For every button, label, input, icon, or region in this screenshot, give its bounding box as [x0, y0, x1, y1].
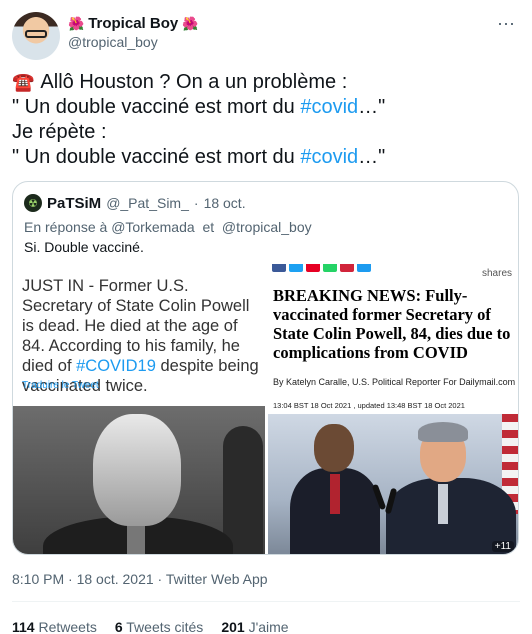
retweets-count: 114 — [12, 619, 35, 634]
hashtag-link[interactable]: #covid — [300, 146, 358, 168]
tweet-line-1: Allô Houston ? On a un problème : — [40, 71, 348, 93]
telephone-icon: ☎️ — [12, 72, 35, 92]
quoted-avatar[interactable]: ☢ — [24, 194, 42, 212]
separator-dot: · — [68, 571, 73, 587]
media-image-screenshot-tweet[interactable]: JUST IN - Former U.S. Secretary of State… — [13, 264, 265, 554]
mention-link[interactable]: @Torkemada — [111, 219, 194, 235]
facebook-icon — [272, 264, 286, 272]
reply-context: En réponse à @Torkemada et @tropical_boy — [24, 219, 312, 235]
tweet-date[interactable]: 18 oct. 2021 — [77, 571, 154, 587]
person-1-head — [314, 424, 354, 472]
twitter-icon — [289, 264, 303, 272]
tweet-line-3: Je répète : — [12, 121, 107, 143]
whatsapp-icon — [323, 264, 337, 272]
quoted-tweet[interactable]: ☢ PaTSiM @_Pat_Sim_ · 18 oct. En réponse… — [12, 181, 519, 555]
tie-shape — [127, 524, 145, 554]
tweet-line-4-prefix: " Un double vacciné est mort du — [12, 146, 301, 168]
quoted-author-handle[interactable]: @_Pat_Sim_ — [106, 195, 189, 211]
quotes-count: 6 — [114, 619, 123, 634]
pinterest-icon — [306, 264, 320, 272]
quotes-label: Tweets cités — [126, 619, 204, 634]
article-photo: +11 — [268, 414, 518, 554]
shares-label: shares — [481, 268, 512, 279]
quoted-media[interactable]: JUST IN - Former U.S. Secretary of State… — [13, 264, 518, 554]
email-icon — [340, 264, 354, 272]
background-person — [223, 426, 263, 554]
avatar[interactable] — [12, 12, 60, 60]
screenshot-tweet-text: JUST IN - Former U.S. Secretary of State… — [22, 276, 262, 396]
glasses-shape — [25, 30, 47, 38]
article-dates: 13:04 BST 18 Oct 2021 , updated 13:48 BS… — [273, 401, 465, 410]
more-options-icon[interactable]: ⋯ — [497, 14, 516, 35]
author-block: 🌺 Tropical Boy 🌺 @tropical_boy — [68, 15, 198, 50]
tweet-meta: 8:10 PM · 18 oct. 2021 · Twitter Web App — [12, 571, 268, 587]
hashtag-link[interactable]: #covid — [300, 96, 358, 118]
portrait-photo — [13, 406, 265, 554]
screenshot-translate-link: Traduire le Tweet — [22, 380, 99, 391]
hibiscus-icon: 🌺 — [182, 15, 199, 31]
separator-dot: · — [193, 195, 199, 211]
hibiscus-icon: 🌺 — [68, 15, 85, 31]
more-images-badge: +11 — [491, 541, 514, 552]
quoted-tweet-text: Si. Double vacciné. — [24, 239, 144, 255]
author-name-row[interactable]: 🌺 Tropical Boy 🌺 — [68, 15, 198, 32]
tweet-line-4-suffix: …" — [358, 146, 386, 168]
quoted-author-name[interactable]: PaTSiM — [47, 195, 101, 212]
tweet-line-2-suffix: …" — [358, 96, 386, 118]
tweet-line-2-prefix: " Un double vacciné est mort du — [12, 96, 301, 118]
head-shape — [93, 414, 181, 526]
share-icon — [357, 264, 371, 272]
tweet-text: ☎️ Allô Houston ? On a un problème : " Un… — [12, 70, 517, 170]
likes-stat[interactable]: 201 J'aime — [221, 619, 288, 634]
reply-prefix: En réponse à — [24, 219, 108, 235]
mention-link[interactable]: @tropical_boy — [222, 219, 312, 235]
retweets-stat[interactable]: 114 Retweets — [12, 619, 97, 634]
screenshot-hashtag: #COVID19 — [76, 357, 156, 375]
article-byline: By Katelyn Caralle, U.S. Political Repor… — [273, 377, 516, 387]
likes-count: 201 — [221, 619, 245, 634]
author-handle[interactable]: @tropical_boy — [68, 34, 198, 50]
article-headline: BREAKING NEWS: Fully-vaccinated former S… — [273, 286, 511, 362]
quote-tweets-stat[interactable]: 6 Tweets cités — [115, 619, 203, 634]
person-1-tie — [330, 474, 340, 514]
quoted-tweet-header: ☢ PaTSiM @_Pat_Sim_ · 18 oct. — [24, 194, 246, 212]
person-2-hair — [418, 422, 468, 442]
person-2-tie — [438, 484, 448, 524]
quoted-date[interactable]: 18 oct. — [204, 195, 246, 211]
likes-label: J'aime — [248, 619, 289, 634]
retweets-label: Retweets — [38, 619, 97, 634]
media-image-news-article[interactable]: shares BREAKING NEWS: Fully-vaccinated f… — [268, 264, 518, 554]
engagement-stats: 114 Retweets 6 Tweets cités 201 J'aime — [12, 619, 289, 634]
tweet-time[interactable]: 8:10 PM — [12, 571, 64, 587]
microphones-shape — [368, 483, 408, 554]
divider — [12, 601, 520, 602]
author-name[interactable]: Tropical Boy — [88, 15, 178, 32]
separator-dot: · — [157, 571, 163, 587]
tweet-source[interactable]: Twitter Web App — [166, 571, 268, 587]
reply-and: et — [202, 219, 215, 235]
